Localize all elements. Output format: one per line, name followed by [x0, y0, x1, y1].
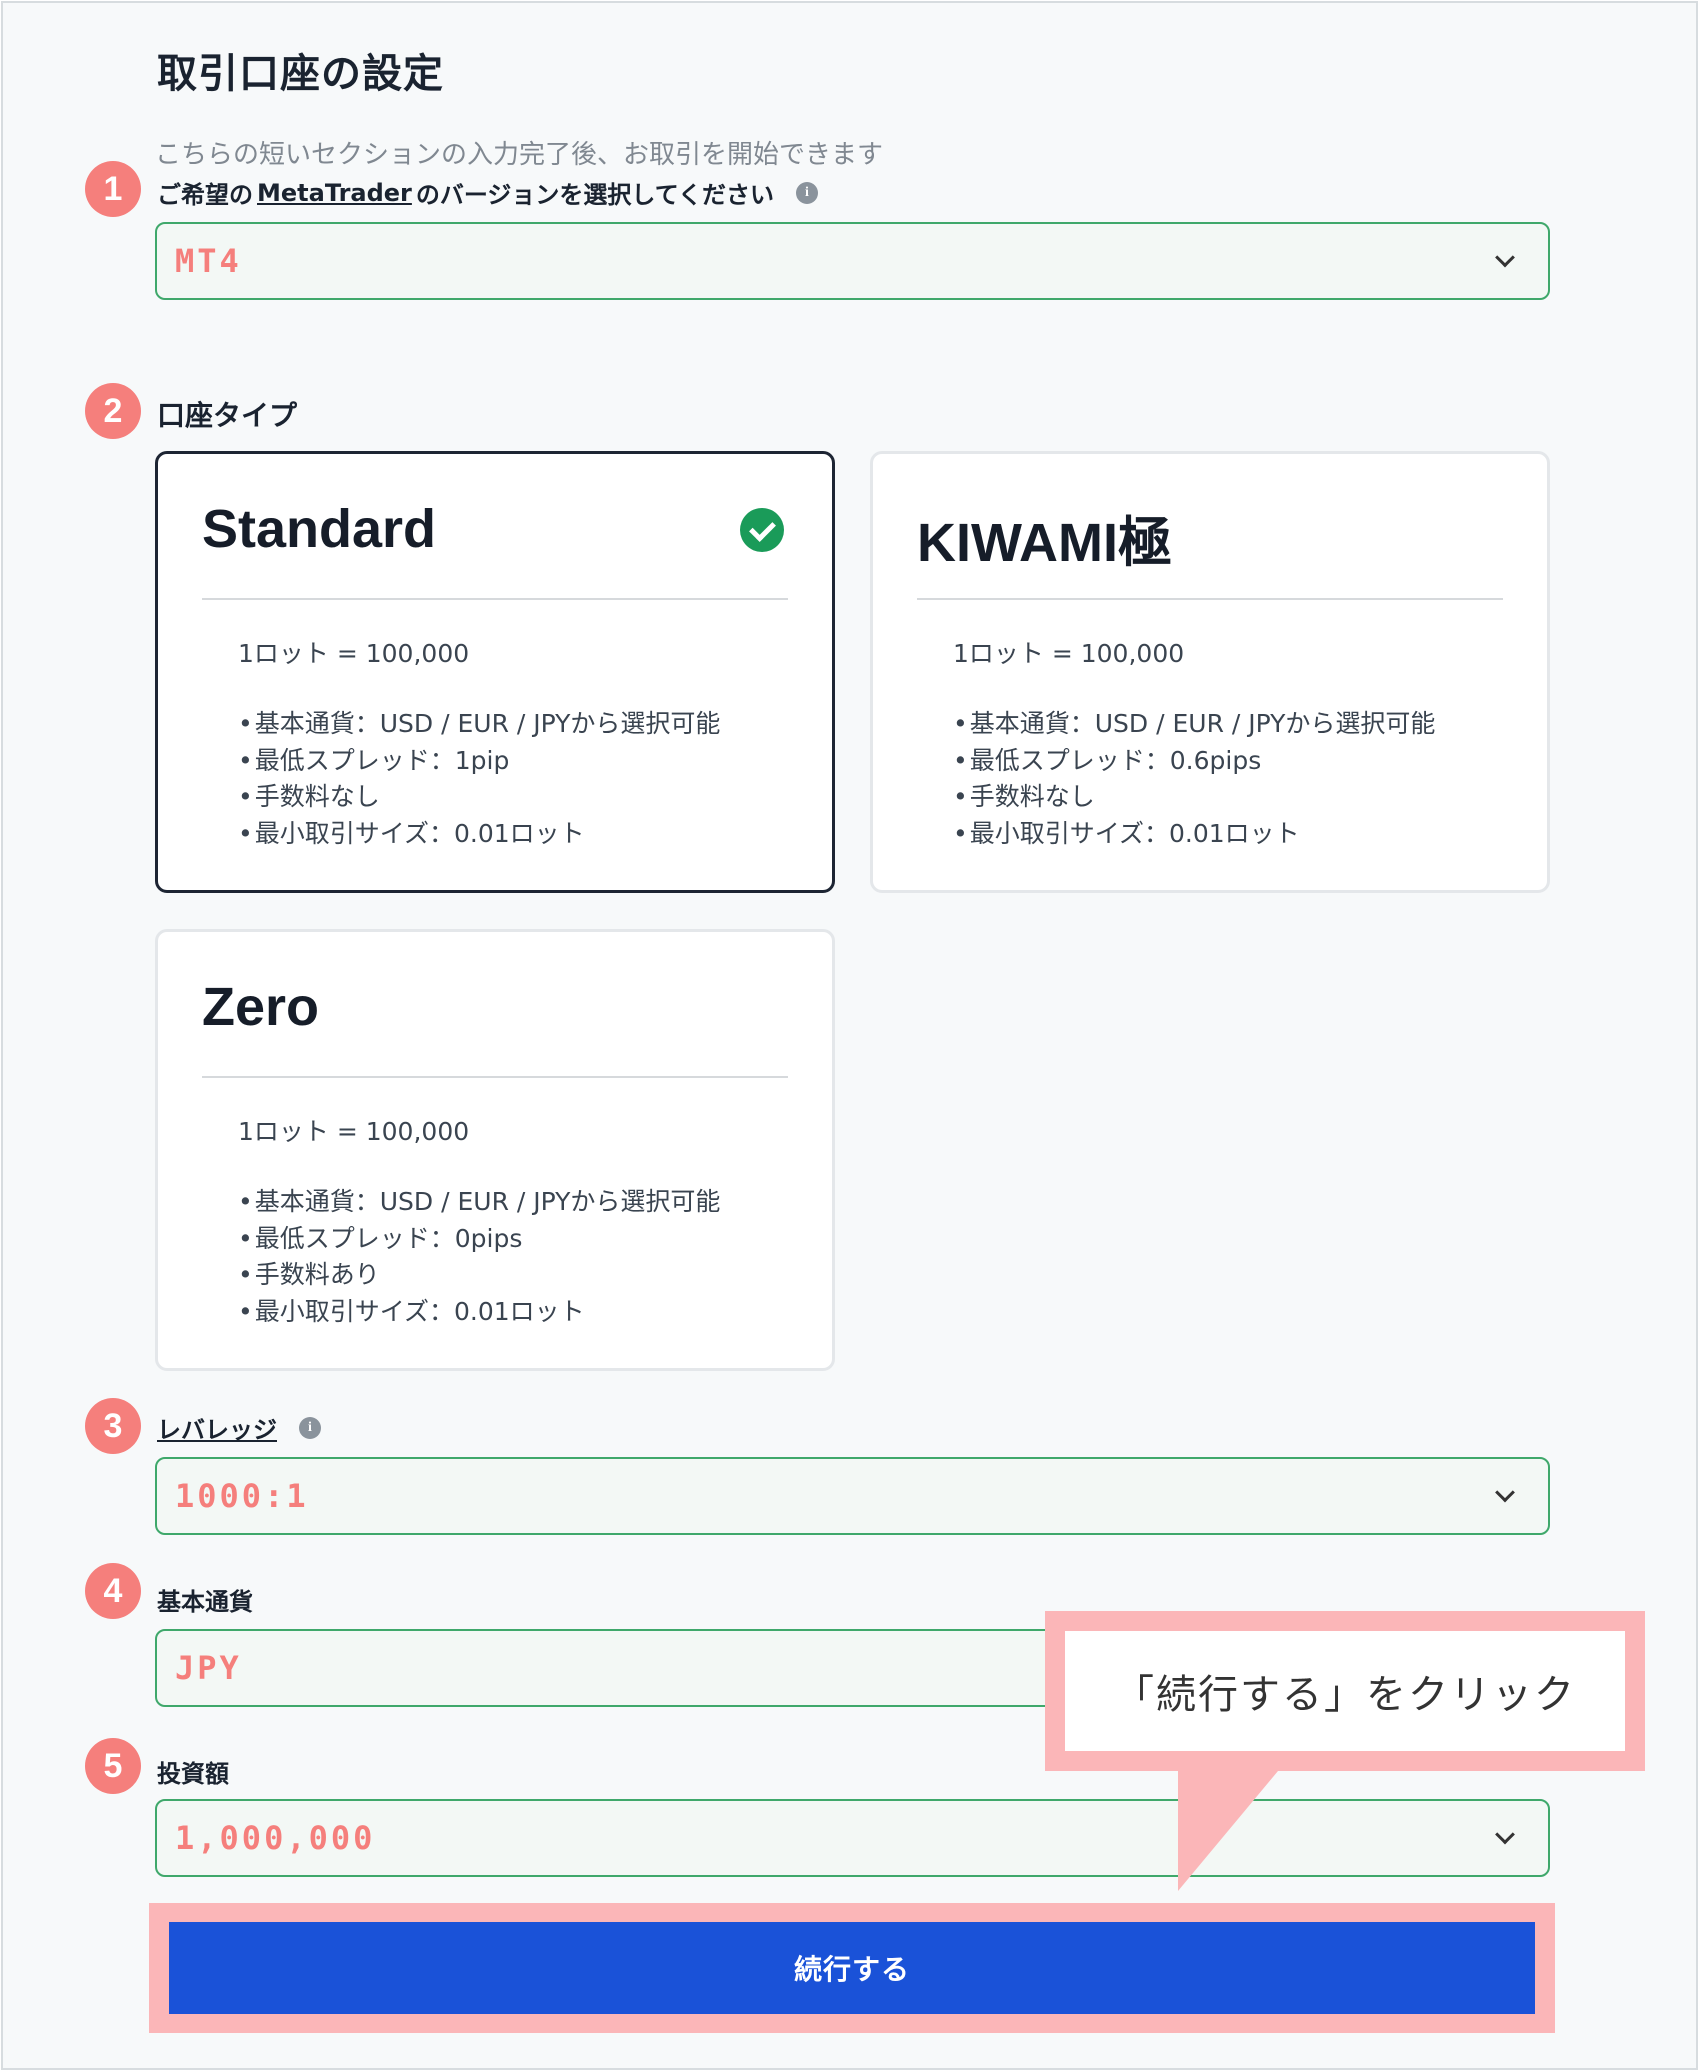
account-card-standard[interactable]: Standard 1ロット = 100,000 基本通貨：USD / EUR /…	[155, 451, 835, 893]
feature-item: 基本通貨：USD / EUR / JPYから選択可能	[238, 1184, 721, 1221]
investment-select[interactable]: 1,000,000	[155, 1799, 1550, 1877]
account-card-features: 基本通貨：USD / EUR / JPYから選択可能 最低スプレッド：1pip …	[238, 706, 721, 853]
leverage-label-text[interactable]: レバレッジ	[157, 1410, 277, 1445]
metatrader-link[interactable]: MetaTrader	[257, 179, 412, 207]
card-divider	[202, 598, 788, 600]
feature-item: 基本通貨：USD / EUR / JPYから選択可能	[238, 706, 721, 743]
page-title: 取引口座の設定	[157, 51, 444, 97]
account-card-features: 基本通貨：USD / EUR / JPYから選択可能 最低スプレッド：0pips…	[238, 1184, 721, 1331]
callout-text: 「続行する」をクリック	[1065, 1631, 1625, 1751]
feature-item: 最小取引サイズ：0.01ロット	[238, 816, 720, 853]
step-badge-2: 2	[85, 383, 141, 439]
feature-item: 最低スプレッド：1pip	[238, 743, 720, 780]
platform-label: ご希望の MetaTrader のバージョンを選択してください i	[157, 175, 818, 210]
account-card-lot: 1ロット = 100,000	[953, 639, 1185, 668]
investment-label: 投資額	[157, 1760, 229, 1788]
feature-item: 最小取引サイズ：0.01ロット	[953, 816, 1435, 853]
continue-button[interactable]: 続行する	[169, 1922, 1535, 2014]
investment-select-value: 1,000,000	[175, 1819, 376, 1857]
step-badge-5: 5	[85, 1738, 141, 1794]
account-card-name: KIWAMI極	[917, 513, 1172, 573]
step-badge-4: 4	[85, 1563, 141, 1619]
card-divider	[917, 598, 1503, 600]
card-divider	[202, 1076, 788, 1078]
platform-label-post: のバージョンを選択してください	[415, 181, 774, 209]
check-circle-icon	[740, 508, 784, 552]
currency-select-value: JPY	[175, 1649, 242, 1687]
feature-item: 最低スプレッド：0pips	[238, 1221, 720, 1258]
chevron-down-icon	[1495, 1482, 1515, 1503]
info-icon[interactable]: i	[795, 181, 818, 204]
feature-item: 最低スプレッド：0.6pips	[953, 743, 1435, 780]
platform-select[interactable]: MT4	[155, 222, 1550, 300]
currency-label: 基本通貨	[157, 1588, 253, 1616]
leverage-select-value: 1000:1	[175, 1477, 309, 1515]
chevron-down-icon	[1495, 1824, 1515, 1845]
chevron-down-icon	[1495, 247, 1515, 268]
platform-select-value: MT4	[175, 242, 242, 280]
platform-label-pre: ご希望の	[157, 181, 253, 209]
feature-item: 最小取引サイズ：0.01ロット	[238, 1294, 720, 1331]
callout-pointer	[1178, 1771, 1278, 1891]
account-card-lot: 1ロット = 100,000	[238, 639, 470, 668]
step-badge-1: 1	[85, 161, 141, 217]
feature-item: 基本通貨：USD / EUR / JPYから選択可能	[953, 706, 1436, 743]
feature-item: 手数料なし	[953, 779, 1435, 816]
feature-item: 手数料あり	[238, 1257, 720, 1294]
account-card-name: Zero	[202, 977, 320, 1037]
leverage-select[interactable]: 1000:1	[155, 1457, 1550, 1535]
account-card-features: 基本通貨：USD / EUR / JPYから選択可能 最低スプレッド：0.6pi…	[953, 706, 1436, 853]
account-card-zero[interactable]: Zero 1ロット = 100,000 基本通貨：USD / EUR / JPY…	[155, 929, 835, 1371]
callout-box: 「続行する」をクリック	[1045, 1611, 1645, 1771]
leverage-label: レバレッジ i	[157, 1410, 321, 1445]
account-type-label: 口座タイプ	[157, 399, 298, 432]
step-badge-3: 3	[85, 1398, 141, 1454]
page-subtitle: こちらの短いセクションの入力完了後、お取引を開始できます	[155, 140, 884, 170]
page-frame: 取引口座の設定 こちらの短いセクションの入力完了後、お取引を開始できます 1 ご…	[1, 1, 1698, 2070]
feature-item: 手数料なし	[238, 779, 720, 816]
account-card-name: Standard	[202, 499, 437, 559]
account-card-kiwami[interactable]: KIWAMI極 1ロット = 100,000 基本通貨：USD / EUR / …	[870, 451, 1550, 893]
account-card-lot: 1ロット = 100,000	[238, 1117, 470, 1146]
info-icon[interactable]: i	[299, 1416, 321, 1439]
